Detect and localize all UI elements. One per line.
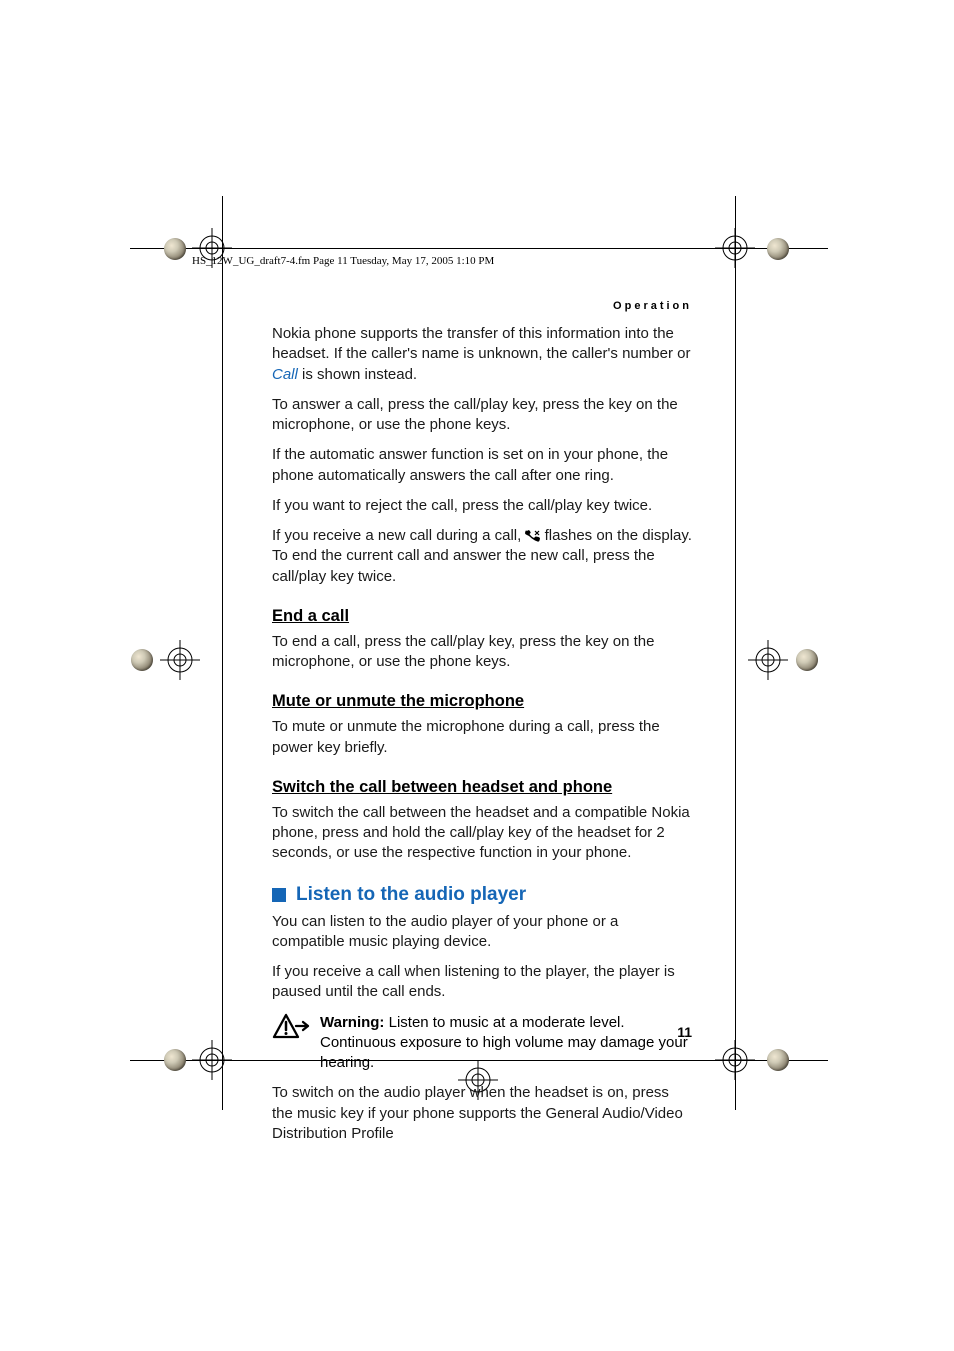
body-text: To mute or unmute the microphone during … — [272, 717, 692, 758]
reg-crosshair — [715, 228, 755, 268]
subheading-end-a-call: End a call — [272, 607, 692, 626]
body-text: Nokia phone supports the transfer of thi… — [272, 325, 690, 362]
warning-block: Warning: Listen to music at a moderate l… — [272, 1013, 692, 1074]
reg-crosshair — [192, 1040, 232, 1080]
body-text: is shown instead. — [298, 366, 417, 383]
body-text: To end a call, press the call/play key, … — [272, 632, 692, 673]
body-text: If you receive a call when listening to … — [272, 962, 692, 1003]
body-text: If you receive a new call during a call, — [272, 527, 525, 544]
body-text: If you want to reject the call, press th… — [272, 496, 692, 516]
body-text: If you receive a new call during a call,… — [272, 526, 692, 587]
warning-text: Warning: Listen to music at a moderate l… — [320, 1013, 692, 1074]
body-text: To switch the call between the headset a… — [272, 803, 692, 864]
reg-ball-corner — [766, 1048, 790, 1072]
blue-square-icon — [272, 888, 286, 902]
body-text: To answer a call, press the call/play ke… — [272, 395, 692, 436]
subheading-switch-call: Switch the call between headset and phon… — [272, 778, 692, 797]
body-text: Nokia phone supports the transfer of thi… — [272, 324, 692, 385]
reg-ball-corner — [163, 1048, 187, 1072]
reg-crosshair — [715, 1040, 755, 1080]
reg-ball-edge — [795, 648, 819, 672]
running-head: Operation — [272, 300, 692, 312]
page-number: 11 — [272, 1024, 692, 1040]
reg-ball-corner — [766, 237, 790, 261]
reg-ball-corner — [163, 237, 187, 261]
reg-ball-edge — [130, 648, 154, 672]
body-text: If the automatic answer function is set … — [272, 445, 692, 486]
reg-crosshair — [748, 640, 788, 680]
body-text: To switch on the audio player when the h… — [272, 1083, 692, 1144]
section-heading-label: Listen to the audio player — [296, 884, 526, 906]
reg-crosshair — [160, 640, 200, 680]
ui-term-call: Call — [272, 366, 298, 383]
reg-line-vert-left — [222, 196, 223, 1110]
subheading-mute: Mute or unmute the microphone — [272, 692, 692, 711]
body-text: You can listen to the audio player of yo… — [272, 912, 692, 953]
reg-line-vert-right — [735, 196, 736, 1110]
frame-header: HS_12W_UG_draft7-4.fm Page 11 Tuesday, M… — [192, 255, 494, 267]
handset-icon — [525, 528, 540, 540]
warning-icon — [272, 1013, 310, 1074]
section-heading-listen: Listen to the audio player — [272, 884, 692, 906]
